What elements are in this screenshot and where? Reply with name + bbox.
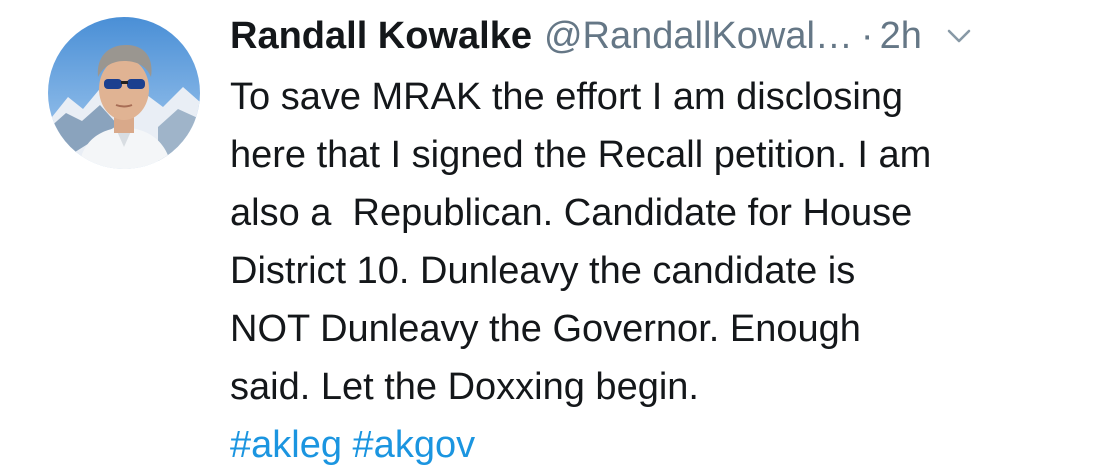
tweet-header: Randall Kowalke @RandallKowal… · 2h: [230, 10, 1100, 62]
tweet-text-line: District 10. Dunleavy the candidate is: [230, 250, 856, 292]
tweet-text-line: here that I signed the Recall petition. …: [230, 134, 932, 176]
tweet-text-line: said. Let the Doxxing begin.: [230, 366, 699, 408]
avatar[interactable]: [48, 17, 200, 169]
hashtag-line: #akleg #akgov: [230, 416, 1100, 474]
tweet-timestamp[interactable]: 2h: [880, 15, 922, 58]
tweet-text-line: NOT Dunleavy the Governor. Enough: [230, 308, 861, 350]
hashtag-akleg-link[interactable]: #akleg: [230, 424, 342, 466]
header-separator: ·: [860, 14, 874, 57]
hashtag-akgov-link[interactable]: #akgov: [353, 424, 476, 466]
tweet-menu-button[interactable]: [944, 26, 974, 46]
tweet-text-line: also a Republican. Candidate for House: [230, 192, 913, 234]
author-display-name[interactable]: Randall Kowalke: [230, 15, 532, 58]
author-handle[interactable]: @RandallKowal…: [544, 15, 853, 58]
chevron-down-icon: [947, 29, 971, 43]
tweet[interactable]: Randall Kowalke @RandallKowal… · 2h To s…: [0, 0, 1113, 476]
tweet-text: To save MRAK the effort I am disclosing …: [230, 68, 1100, 474]
tweet-text-line: To save MRAK the effort I am disclosing: [230, 76, 904, 118]
profile-photo-icon: [48, 17, 200, 169]
